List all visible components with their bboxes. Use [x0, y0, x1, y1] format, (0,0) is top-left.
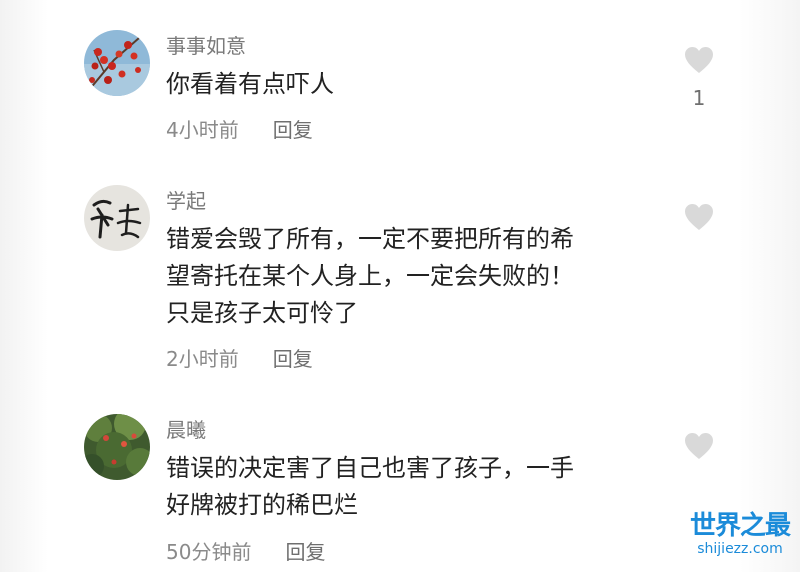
avatar[interactable]	[84, 185, 150, 251]
heart-icon	[685, 204, 713, 230]
like-button[interactable]	[684, 203, 714, 231]
comment-text-line: 好牌被打的稀巴烂	[166, 491, 358, 519]
left-edge-shadow	[0, 0, 48, 572]
comment-page: 事事如意 你看着有点吓人 4小时前 回复 1 学起 错爱会毁了所有，一定不要把所有…	[0, 0, 800, 572]
avatar-image-calligraphy	[84, 185, 150, 251]
heart-icon	[685, 47, 713, 73]
like-count: 1	[692, 86, 706, 110]
comment-meta: 2小时前 回复	[166, 343, 313, 372]
reply-button[interactable]: 回复	[273, 347, 313, 371]
heart-icon	[685, 433, 713, 459]
comment-time: 2小时前	[166, 347, 239, 371]
avatar-image-plants	[84, 414, 150, 480]
like-button[interactable]	[684, 432, 714, 460]
comment-text-line: 错爱会毁了所有，一定不要把所有的希	[166, 225, 574, 253]
comment-text: 错爱会毁了所有，一定不要把所有的希 望寄托在某个人身上，一定会失败的！ 只是孩子…	[166, 221, 574, 332]
username[interactable]: 事事如意	[166, 30, 246, 59]
comment-text-line: 望寄托在某个人身上，一定会失败的！	[166, 262, 574, 290]
reply-button[interactable]: 回复	[285, 540, 325, 564]
comment-item: 学起 错爱会毁了所有，一定不要把所有的希 望寄托在某个人身上，一定会失败的！ 只…	[84, 185, 724, 375]
avatar[interactable]	[84, 30, 150, 96]
comment-text: 错误的决定害了自己也害了孩子，一手 好牌被打的稀巴烂	[166, 450, 574, 524]
comment-meta: 4小时前 回复	[166, 114, 313, 143]
username[interactable]: 晨曦	[166, 414, 206, 443]
watermark-url: shijiezz.com	[697, 541, 783, 557]
comment-meta: 50分钟前 回复	[166, 536, 325, 565]
right-edge-shadow	[740, 0, 800, 572]
comment-text-line: 你看着有点吓人	[166, 70, 334, 98]
comment-text-line: 错误的决定害了自己也害了孩子，一手	[166, 454, 574, 482]
watermark: 世界之最 shijiezz.com	[689, 511, 791, 558]
username[interactable]: 学起	[166, 185, 206, 214]
reply-button[interactable]: 回复	[273, 118, 313, 142]
watermark-logo: 世界之最	[689, 511, 791, 541]
comment-text: 你看着有点吓人	[166, 66, 334, 103]
comment-item: 事事如意 你看着有点吓人 4小时前 回复 1	[84, 30, 724, 150]
avatar-image-berries	[84, 30, 150, 96]
comment-time: 50分钟前	[166, 540, 252, 564]
avatar[interactable]	[84, 414, 150, 480]
comment-item: 晨曦 错误的决定害了自己也害了孩子，一手 好牌被打的稀巴烂 50分钟前 回复	[84, 414, 724, 564]
like-button[interactable]: 1	[684, 46, 714, 110]
comment-text-line: 只是孩子太可怜了	[166, 299, 358, 327]
comment-time: 4小时前	[166, 118, 239, 142]
